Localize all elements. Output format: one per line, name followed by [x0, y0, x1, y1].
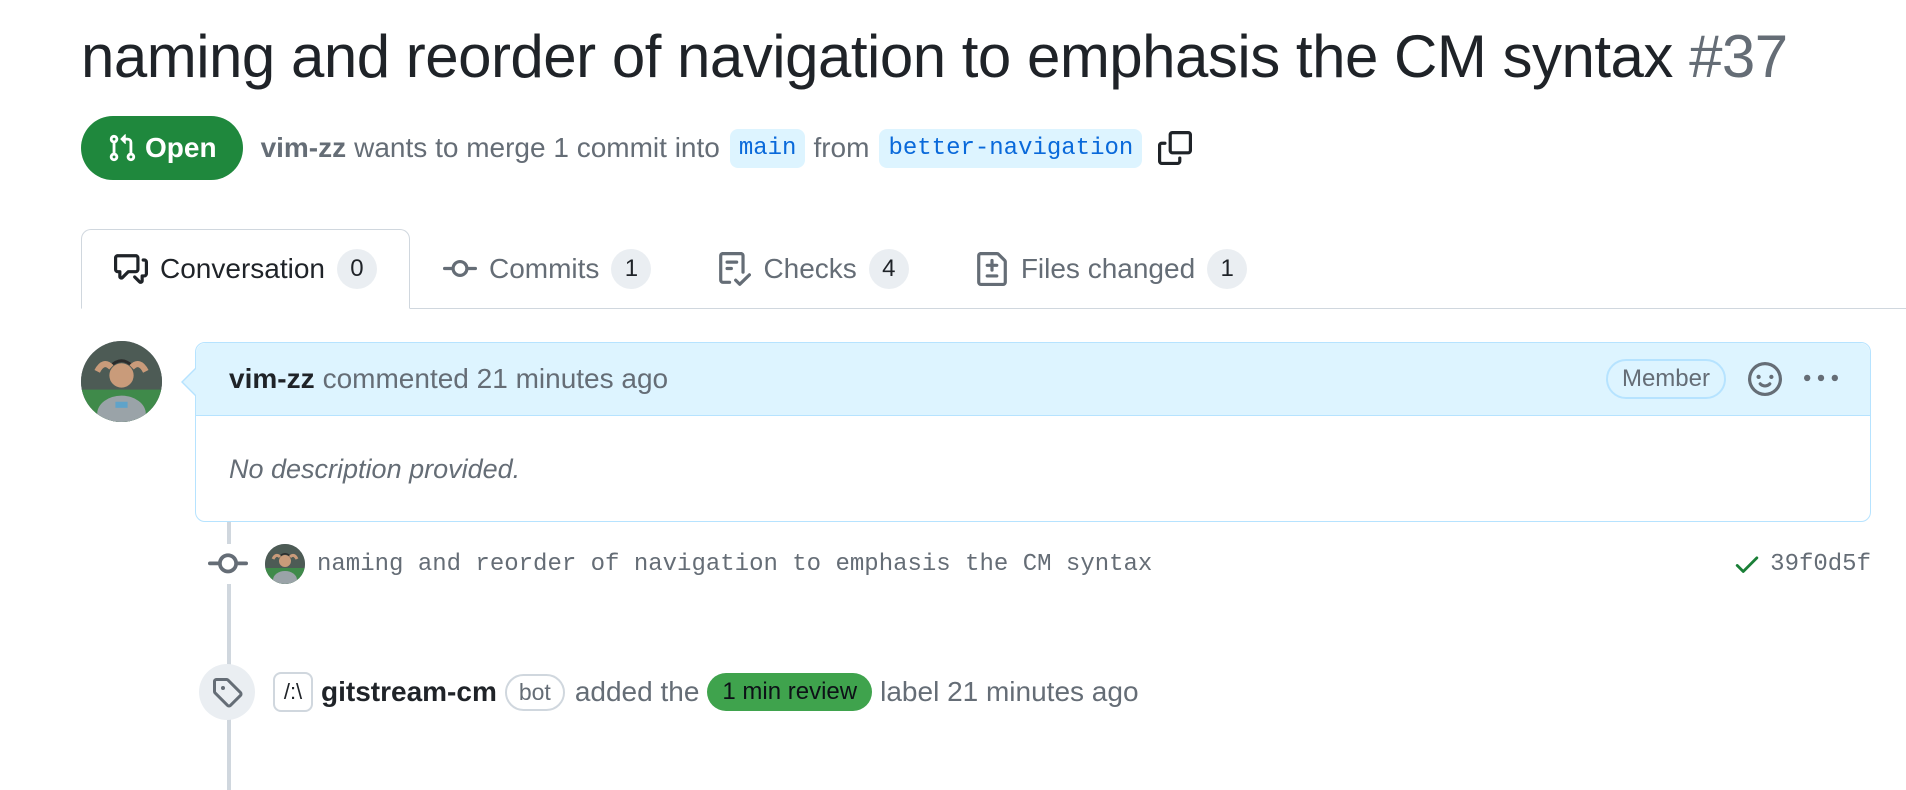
comment-arrow-fill [183, 369, 196, 395]
tab-checks[interactable]: Checks 4 [684, 229, 941, 309]
pr-description-comment: vim-zz commented 21 minutes ago Member N… [195, 342, 1871, 522]
state-badge-open: Open [81, 116, 243, 180]
commit-status-area: 39f0d5f [1732, 549, 1871, 579]
label-pill-1-min-review[interactable]: 1 min review [707, 673, 873, 711]
bot-actor-link[interactable]: gitstream-cm [321, 676, 497, 708]
pr-author-link[interactable]: vim-zz [261, 132, 347, 164]
comment-discussion-icon [114, 254, 148, 284]
git-commit-icon [442, 259, 477, 277]
comment-header: vim-zz commented 21 minutes ago Member [196, 343, 1870, 416]
state-label: Open [145, 132, 217, 163]
event-text-before: added the [574, 676, 700, 707]
pr-title-text: naming and reorder of navigation to emph… [81, 23, 1673, 90]
tab-conversation[interactable]: Conversation 0 [81, 229, 410, 309]
tab-counter: 1 [611, 249, 652, 289]
checklist-icon [719, 252, 752, 286]
base-branch[interactable]: main [729, 128, 806, 168]
head-branch[interactable]: better-navigation [879, 128, 1143, 168]
copy-icon[interactable] [1158, 131, 1193, 165]
git-commit-icon [208, 544, 248, 584]
tab-commits[interactable]: Commits 1 [410, 229, 684, 309]
author-avatar[interactable] [81, 341, 162, 422]
pr-meta-row: Open vim-zz wants to merge 1 commit into… [81, 116, 1193, 180]
comment-author-link[interactable]: vim-zz [229, 363, 315, 395]
member-badge: Member [1605, 359, 1726, 399]
tab-label: Files changed [1020, 253, 1196, 284]
comment-body: No description provided. [229, 454, 521, 484]
commit-message-link[interactable]: naming and reorder of navigation to emph… [317, 551, 1152, 578]
commit-sha-link[interactable]: 39f0d5f [1770, 551, 1871, 578]
commit-author-avatar[interactable] [265, 544, 305, 584]
pr-number: #37 [1689, 23, 1788, 90]
event-text-after[interactable]: label 21 minutes ago [880, 676, 1138, 708]
smiley-icon[interactable] [1748, 362, 1782, 396]
file-diff-icon [976, 252, 1007, 286]
tag-icon [199, 664, 255, 720]
tab-counter: 4 [868, 249, 909, 289]
comment-timestamp[interactable]: commented 21 minutes ago [323, 363, 669, 395]
timeline-commit: naming and reorder of navigation to emph… [208, 544, 1871, 584]
merge-text-2: from [813, 132, 870, 163]
bot-avatar[interactable]: /:\ [273, 672, 313, 712]
pr-title: naming and reorder of navigation to emph… [81, 22, 1788, 91]
timeline-label-event: /:\ gitstream-cm bot added the 1 min rev… [199, 664, 1139, 720]
merge-description: vim-zz wants to merge 1 commit into main… [261, 128, 1193, 168]
bot-badge: bot [504, 673, 565, 711]
tab-counter: 1 [1207, 249, 1248, 289]
tab-counter: 0 [336, 249, 377, 289]
tab-label: Checks [763, 253, 857, 284]
git-pull-request-icon [109, 134, 136, 162]
tab-files-changed[interactable]: Files changed 1 [942, 229, 1280, 309]
tab-label: Commits [488, 253, 600, 284]
pr-tabs: Conversation 0 Commits 1 Checks 4 Files … [81, 229, 1280, 309]
check-icon[interactable] [1732, 549, 1762, 579]
tab-label: Conversation [160, 253, 325, 284]
merge-text-1: wants to merge 1 commit into [354, 132, 720, 163]
kebab-horizontal-icon[interactable] [1804, 362, 1838, 396]
